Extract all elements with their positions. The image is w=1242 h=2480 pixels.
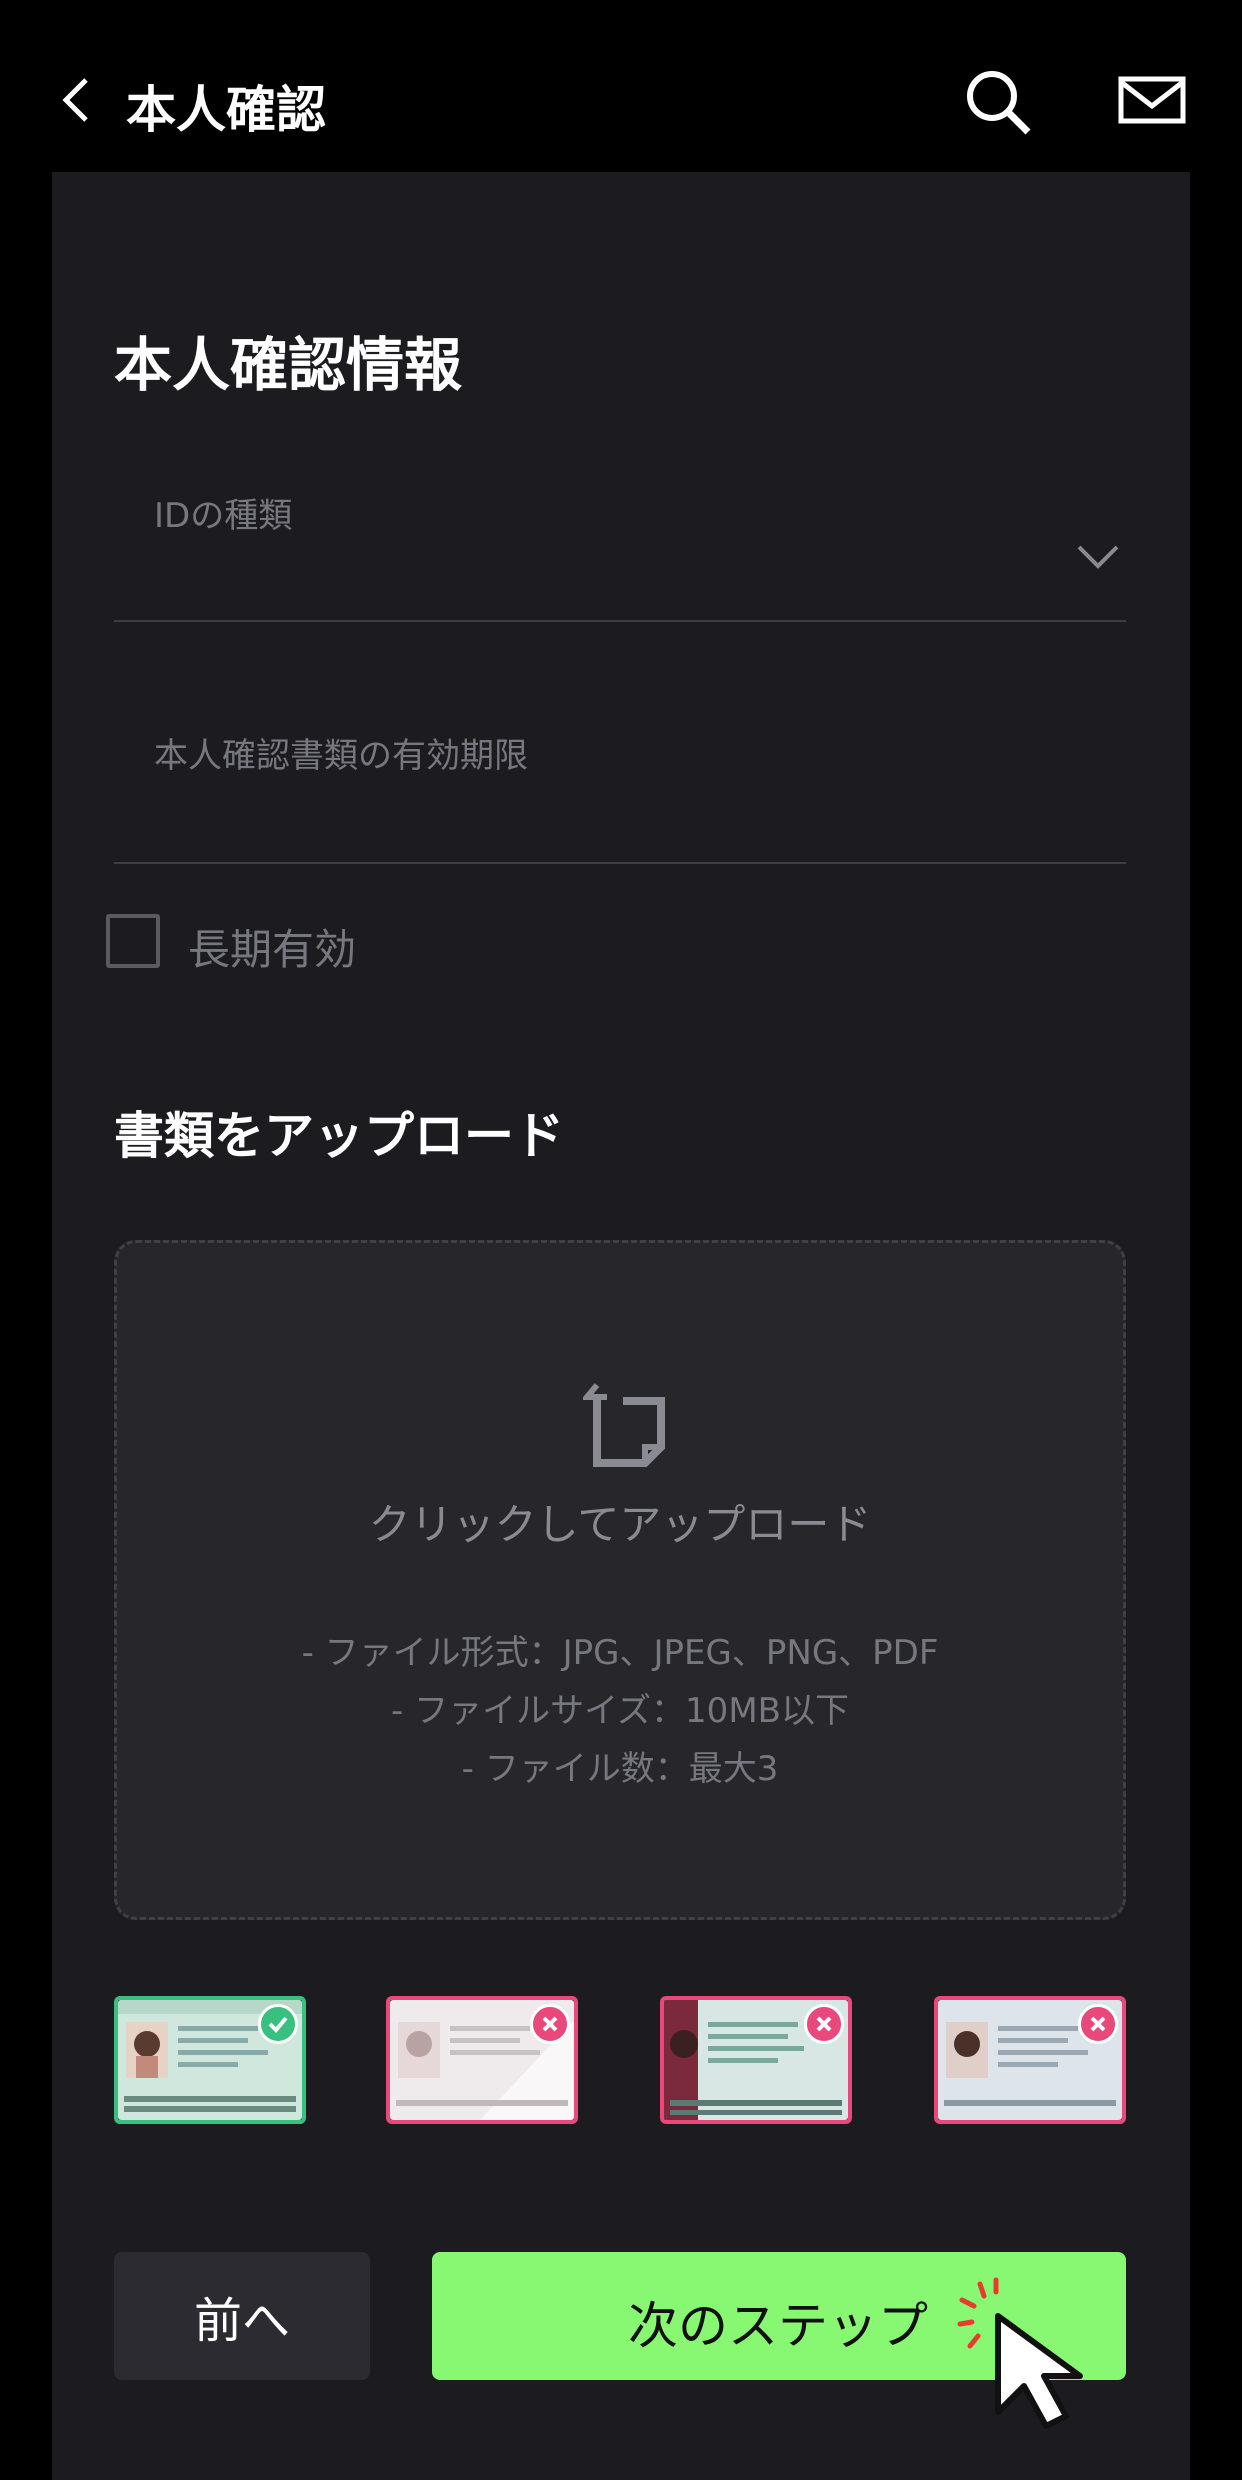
next-step-label: 次のステップ <box>628 2297 928 2355</box>
prev-button[interactable]: 前へ <box>114 2252 370 2380</box>
chevron-down-icon <box>1077 545 1119 569</box>
expiry-date-label: 本人確認書類の有効期限 <box>154 736 528 776</box>
upload-cta: クリックしてアップロード <box>368 1500 872 1549</box>
click-cursor-icon <box>957 2277 1083 2429</box>
upload-rule-count: - ファイル数：最大3 <box>461 1749 779 1789</box>
uploaded-thumbnail[interactable] <box>660 1996 852 2124</box>
back-arrow-icon[interactable] <box>56 76 96 124</box>
long-term-checkbox[interactable] <box>106 914 160 968</box>
uploaded-thumbnail[interactable] <box>934 1996 1126 2124</box>
close-icon[interactable] <box>530 2004 570 2044</box>
upload-file-icon <box>583 1383 665 1467</box>
upload-rule-size: - ファイルサイズ：10MB以下 <box>391 1691 849 1731</box>
page-title: 本人確認 <box>126 81 326 139</box>
search-icon[interactable] <box>962 66 1034 138</box>
close-icon[interactable] <box>1078 2004 1118 2044</box>
uploaded-thumbnail[interactable] <box>114 1996 306 2124</box>
expiry-date-field[interactable]: 本人確認書類の有効期限 <box>114 710 1126 864</box>
check-icon <box>258 2004 298 2044</box>
close-icon[interactable] <box>804 2004 844 2044</box>
section-title-upload: 書類をアップロード <box>114 1107 564 1165</box>
id-type-select[interactable]: IDの種類 <box>114 468 1126 622</box>
upload-rule-format: - ファイル形式：JPG、JPEG、PNG、PDF <box>301 1633 939 1673</box>
mail-icon[interactable] <box>1118 76 1186 124</box>
top-bar: 本人確認 <box>0 0 1242 172</box>
upload-dropzone[interactable]: クリックしてアップロード - ファイル形式：JPG、JPEG、PNG、PDF -… <box>114 1240 1126 1920</box>
uploaded-thumbnail[interactable] <box>386 1996 578 2124</box>
long-term-label: 長期有効 <box>188 925 357 974</box>
id-type-label: IDの種類 <box>154 496 293 536</box>
section-title-identity: 本人確認情報 <box>114 331 463 399</box>
